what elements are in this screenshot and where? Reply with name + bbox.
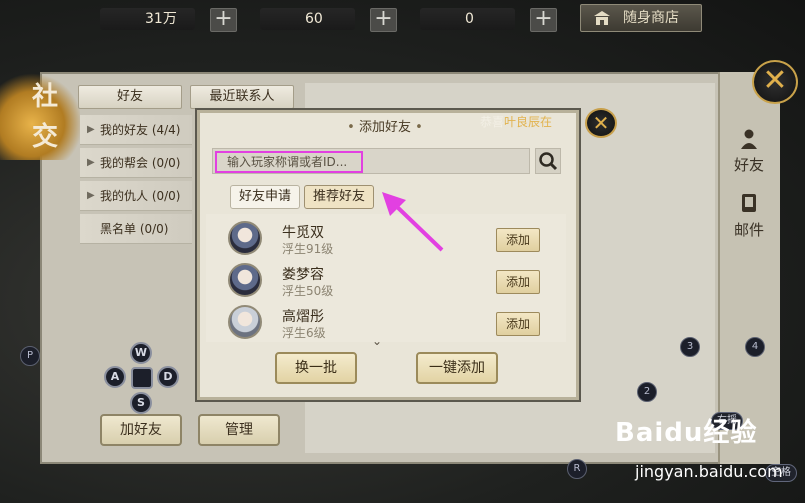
silver-value: 31万 <box>100 8 195 30</box>
player-search-input[interactable] <box>215 151 363 173</box>
dpad-up[interactable]: W <box>130 342 152 364</box>
category-my-guild[interactable]: ▶ 我的帮会 (0/0) <box>80 148 192 178</box>
mail-icon <box>742 194 756 212</box>
category-label: 黑名单 (0/0) <box>100 222 169 236</box>
player-search-bar <box>212 148 530 174</box>
expand-arrow-icon: ▶ <box>87 124 95 135</box>
category-label: 我的仇人 (0/0) <box>100 189 181 203</box>
watermark-url: jingyan.baidu.com <box>635 462 783 481</box>
title-char-2: 交 <box>32 122 59 152</box>
baidu-watermark: Baidu经验 jingyan.baidu.com <box>615 412 800 492</box>
friend-level: 浮生6级 <box>282 326 326 340</box>
gold-value: 60 <box>260 8 355 30</box>
tab-recommended-friends[interactable]: 推荐好友 <box>304 185 374 209</box>
portable-shop-label: 随身商店 <box>623 10 679 26</box>
tab-friends[interactable]: 好友 <box>78 85 182 109</box>
add-all-button[interactable]: 一键添加 <box>416 352 498 384</box>
add-button[interactable]: 添加 <box>496 270 540 294</box>
dialog-close-button[interactable]: ✕ <box>585 108 617 138</box>
add-friend-button[interactable]: 加好友 <box>100 414 182 446</box>
category-label: 我的好友 (4/4) <box>100 123 181 137</box>
list-item: 娄梦容 浮生50级 添加 <box>206 260 566 302</box>
shop-icon <box>594 11 610 25</box>
friend-name: 牛觅双 <box>282 225 324 241</box>
social-close-button[interactable]: ✕ <box>752 60 798 104</box>
social-title-badge: 社 交 <box>0 70 80 160</box>
notice-prefix: 恭喜 <box>480 115 505 129</box>
hud-marker-3[interactable]: 3 <box>680 337 700 357</box>
search-icon <box>539 152 558 171</box>
hud-marker-4[interactable]: 4 <box>745 337 765 357</box>
notice-highlight: 叶良辰在 <box>504 115 553 129</box>
add-bound-gold-button[interactable]: + <box>530 8 557 32</box>
portable-shop-button[interactable]: 随身商店 <box>580 4 702 32</box>
dpad: W A D S <box>104 342 180 414</box>
watermark-logo: Baidu经验 <box>615 418 758 448</box>
side-tab-mail-label: 邮件 <box>733 221 764 239</box>
refresh-batch-button[interactable]: 换一批 <box>275 352 357 384</box>
friend-name: 娄梦容 <box>282 267 324 283</box>
manage-button[interactable]: 管理 <box>198 414 280 446</box>
hud-marker-2[interactable]: 2 <box>637 382 657 402</box>
add-button[interactable]: 添加 <box>496 312 540 336</box>
friend-level: 浮生91级 <box>282 242 334 256</box>
search-button[interactable] <box>535 148 561 174</box>
hud-marker-r[interactable]: R <box>567 459 587 479</box>
category-my-friends[interactable]: ▶ 我的好友 (4/4) <box>80 115 192 145</box>
friend-name: 高熠彤 <box>282 309 324 325</box>
dpad-left[interactable]: A <box>104 366 126 388</box>
chevron-down-icon: ⌄ <box>372 334 383 348</box>
add-gold-button[interactable]: + <box>370 8 397 32</box>
dpad-down[interactable]: S <box>130 392 152 414</box>
expand-arrow-icon: ▶ <box>87 190 95 201</box>
side-tab-friends[interactable]: 好友 <box>724 128 774 175</box>
side-tab-mail[interactable]: 邮件 <box>724 193 774 240</box>
category-blacklist[interactable]: 黑名单 (0/0) <box>80 214 192 244</box>
tab-friend-requests[interactable]: 好友申请 <box>230 185 300 209</box>
annotation-arrow-icon <box>382 192 444 252</box>
title-char-1: 社 <box>32 82 59 112</box>
expand-arrow-icon: ▶ <box>87 157 95 168</box>
dpad-center-icon <box>131 367 153 389</box>
avatar <box>228 221 262 255</box>
person-icon <box>741 129 757 149</box>
avatar <box>228 263 262 297</box>
side-tab-friends-label: 好友 <box>733 156 764 174</box>
dialog-title: • 添加好友 • <box>347 120 423 135</box>
category-my-enemies[interactable]: ▶ 我的仇人 (0/0) <box>80 181 192 211</box>
category-label: 我的帮会 (0/0) <box>100 156 181 170</box>
scrolling-notice: 恭喜叶良辰在 <box>480 113 580 131</box>
add-button[interactable]: 添加 <box>496 228 540 252</box>
tab-recent-contacts[interactable]: 最近联系人 <box>190 85 294 109</box>
list-item: 高熠彤 浮生6级 添加 <box>206 302 566 342</box>
avatar <box>228 305 262 339</box>
add-silver-button[interactable]: + <box>210 8 237 32</box>
hud-marker-p[interactable]: P <box>20 346 40 366</box>
friend-level: 浮生50级 <box>282 284 334 298</box>
bound-gold-value: 0 <box>420 8 515 30</box>
dpad-right[interactable]: D <box>157 366 179 388</box>
